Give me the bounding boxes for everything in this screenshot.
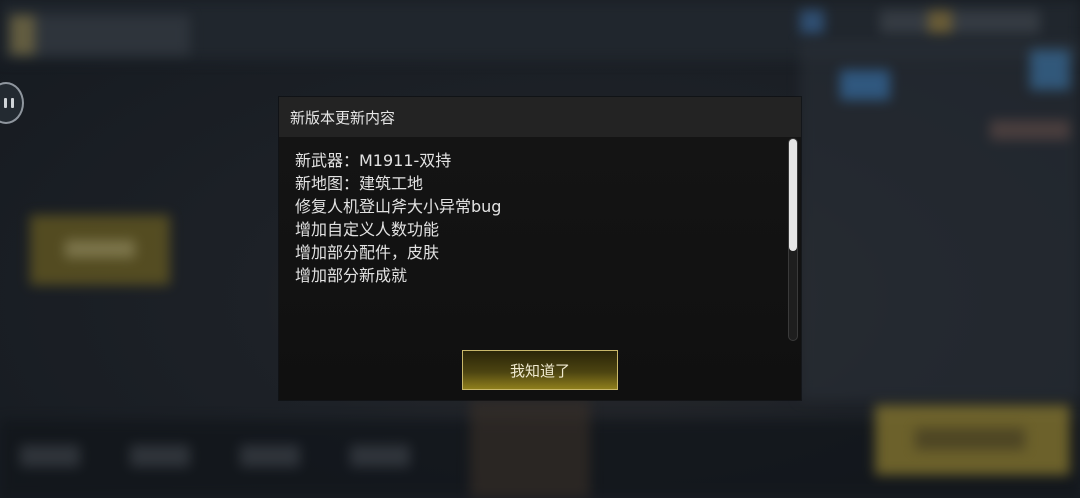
background-right-icon <box>840 70 890 100</box>
scrollbar-thumb[interactable] <box>789 139 797 251</box>
confirm-button-label: 我知道了 <box>509 361 570 380</box>
background-right-icon-2 <box>1030 50 1070 90</box>
list-item: 增加部分新成就 <box>295 266 408 285</box>
background-bottom-text <box>20 445 440 467</box>
background-character <box>470 400 590 498</box>
dialog-body: 新武器：M1911-双持 新地图：建筑工地 修复人机登山斧大小异常bug 增加自… <box>279 137 801 400</box>
update-notes-list: 新武器：M1911-双持 新地图：建筑工地 修复人机登山斧大小异常bug 增加自… <box>295 149 501 287</box>
confirm-button[interactable]: 我知道了 <box>462 350 618 390</box>
list-item: 增加部分配件，皮肤 <box>295 243 440 262</box>
list-item: 修复人机登山斧大小异常bug <box>295 197 502 216</box>
background-top-icon <box>800 10 824 34</box>
pause-icon <box>4 98 14 108</box>
list-item: 新地图：建筑工地 <box>295 174 424 193</box>
background-start-button-text <box>915 428 1025 450</box>
list-item: 增加自定义人数功能 <box>295 220 440 239</box>
update-notes-dialog: 新版本更新内容 新武器：M1911-双持 新地图：建筑工地 修复人机登山斧大小异… <box>279 97 801 400</box>
notes-scrollbar[interactable] <box>788 138 798 341</box>
background-left-button-text <box>65 240 135 258</box>
side-pause-button[interactable] <box>0 82 24 124</box>
background-top-right-info <box>880 10 1040 34</box>
list-item: 新武器：M1911-双持 <box>295 151 452 170</box>
dialog-header: 新版本更新内容 <box>279 97 801 137</box>
background-top-left-info <box>10 15 190 55</box>
background-right-row <box>990 120 1070 140</box>
dialog-title: 新版本更新内容 <box>290 108 396 127</box>
game-screen: 新版本更新内容 新武器：M1911-双持 新地图：建筑工地 修复人机登山斧大小异… <box>0 0 1080 498</box>
